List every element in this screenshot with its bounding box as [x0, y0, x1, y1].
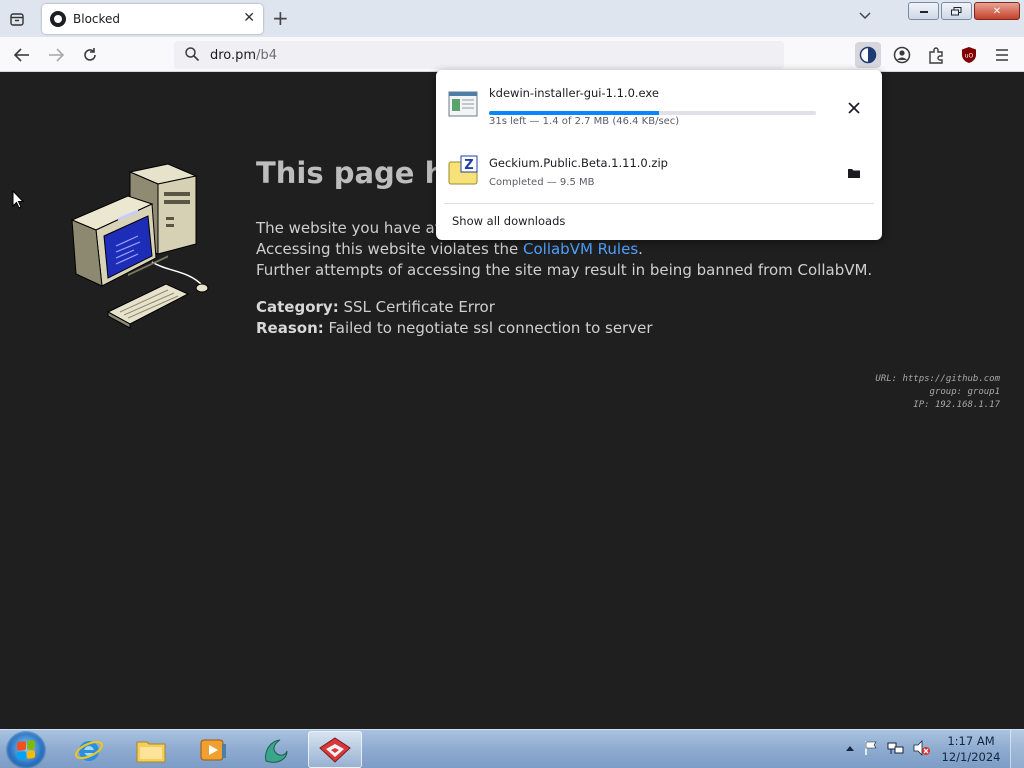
browser-icon	[319, 736, 351, 763]
show-desktop-button[interactable]	[1010, 730, 1024, 768]
page-heading: This page ha	[256, 156, 465, 190]
start-button[interactable]	[6, 731, 46, 768]
url-path: /b4	[256, 47, 277, 63]
computer-illustration-icon	[70, 163, 209, 329]
show-all-downloads-button[interactable]: Show all downloads	[452, 214, 565, 228]
reload-icon[interactable]	[78, 43, 102, 67]
reason-row: Reason: Failed to negotiate ssl connecti…	[256, 318, 653, 339]
menu-icon[interactable]	[989, 42, 1015, 68]
account-icon[interactable]	[889, 42, 915, 68]
info-group: group: group1	[929, 387, 1000, 397]
taskbar-internet-explorer[interactable]	[62, 731, 116, 768]
description-line-3: Further attempts of accessing the site m…	[256, 261, 873, 279]
search-icon	[185, 47, 200, 62]
cancel-download-button[interactable]	[842, 96, 866, 120]
downloads-panel: kdewin-installer-gui-1.1.0.exe 31s left …	[436, 70, 882, 240]
taskbar-media-player[interactable]	[186, 731, 240, 768]
download-name: kdewin-installer-gui-1.1.0.exe	[489, 86, 659, 100]
mouse-cursor-icon	[12, 189, 25, 214]
download-progress-fill	[489, 111, 660, 115]
taskbar: 1:17 AM 12/1/2024	[0, 729, 1024, 768]
download-item-kdewin[interactable]: kdewin-installer-gui-1.1.0.exe 31s left …	[436, 76, 882, 136]
info-url: URL: https://github.com	[875, 374, 1000, 384]
restore-button[interactable]	[941, 2, 972, 20]
url-host: dro.pm	[210, 47, 257, 63]
github-icon	[50, 11, 66, 27]
category-row: Category: SSL Certificate Error	[256, 297, 653, 318]
zip-file-icon: Z	[448, 155, 478, 185]
url-bar[interactable]: dro.pm/b4	[174, 41, 784, 69]
volume-muted-icon[interactable]	[913, 740, 931, 756]
taskbar-browser[interactable]	[308, 731, 362, 768]
request-info: URL: https://github.com group: group1 IP…	[875, 373, 1000, 412]
taskbar-app[interactable]	[248, 731, 302, 768]
rules-suffix: .	[638, 240, 643, 258]
divider	[444, 203, 874, 204]
tab-title: Blocked	[73, 12, 121, 26]
forward-icon[interactable]	[44, 43, 68, 67]
info-ip: IP: 192.168.1.17	[913, 400, 1000, 410]
download-status: 31s left — 1.4 of 2.7 MB (46.4 KB/sec)	[489, 116, 680, 127]
folder-icon	[848, 169, 860, 178]
action-center-flag-icon[interactable]	[863, 740, 879, 756]
svg-text:uO: uO	[965, 53, 974, 60]
taskbar-file-explorer[interactable]	[124, 731, 178, 768]
reason-label: Reason:	[256, 319, 324, 337]
clock-date: 12/1/2024	[941, 750, 1001, 764]
file-explorer-icon	[136, 741, 166, 762]
ublock-icon[interactable]: uO	[956, 42, 982, 68]
cancel-icon	[848, 102, 860, 114]
download-status: Completed — 9.5 MB	[489, 177, 595, 188]
minimize-button[interactable]	[908, 2, 939, 20]
new-tab-button[interactable]: +	[272, 8, 289, 28]
exe-file-icon	[448, 91, 478, 117]
category-label: Category:	[256, 298, 339, 316]
internet-explorer-icon	[75, 740, 103, 761]
svg-text:Z: Z	[464, 158, 473, 173]
network-icon[interactable]	[887, 740, 905, 756]
back-icon[interactable]	[10, 43, 34, 67]
rules-text: Accessing this website violates the	[256, 240, 523, 258]
title-bar: Blocked ✕ + ✕	[0, 0, 1024, 37]
close-window-button[interactable]: ✕	[974, 2, 1020, 20]
extensions-icon[interactable]	[923, 42, 949, 68]
chevron-up-icon[interactable]	[845, 744, 855, 752]
taskbar-clock[interactable]: 1:17 AM 12/1/2024	[938, 733, 1004, 765]
download-item-geckium[interactable]: Z Geckium.Public.Beta.1.11.0.zip Complet…	[436, 142, 882, 202]
category-value: SSL Certificate Error	[338, 298, 495, 316]
media-player-icon	[200, 739, 226, 760]
tab-close-icon[interactable]: ✕	[243, 10, 255, 26]
chevron-down-icon[interactable]	[858, 10, 872, 24]
download-progress-bar	[489, 111, 816, 115]
reason-value: Failed to negotiate ssl connection to se…	[323, 319, 653, 337]
tab-list-icon	[10, 13, 24, 26]
system-tray	[845, 740, 931, 756]
clock-time: 1:17 AM	[947, 734, 995, 748]
contrast-icon[interactable]	[855, 42, 881, 68]
description-line-2: Accessing this website violates the Coll…	[256, 239, 872, 260]
block-details: Category: SSL Certificate Error Reason: …	[256, 297, 653, 339]
collabvm-rules-link[interactable]: CollabVM Rules	[523, 240, 638, 258]
navigation-bar: dro.pm/b4 uO	[0, 37, 1024, 72]
app-icon	[265, 739, 288, 763]
open-folder-button[interactable]	[842, 161, 866, 185]
windows-logo-icon	[17, 740, 35, 760]
tab-list-button[interactable]	[6, 8, 28, 30]
tab-blocked[interactable]: Blocked ✕	[42, 4, 263, 34]
download-name: Geckium.Public.Beta.1.11.0.zip	[489, 156, 668, 170]
